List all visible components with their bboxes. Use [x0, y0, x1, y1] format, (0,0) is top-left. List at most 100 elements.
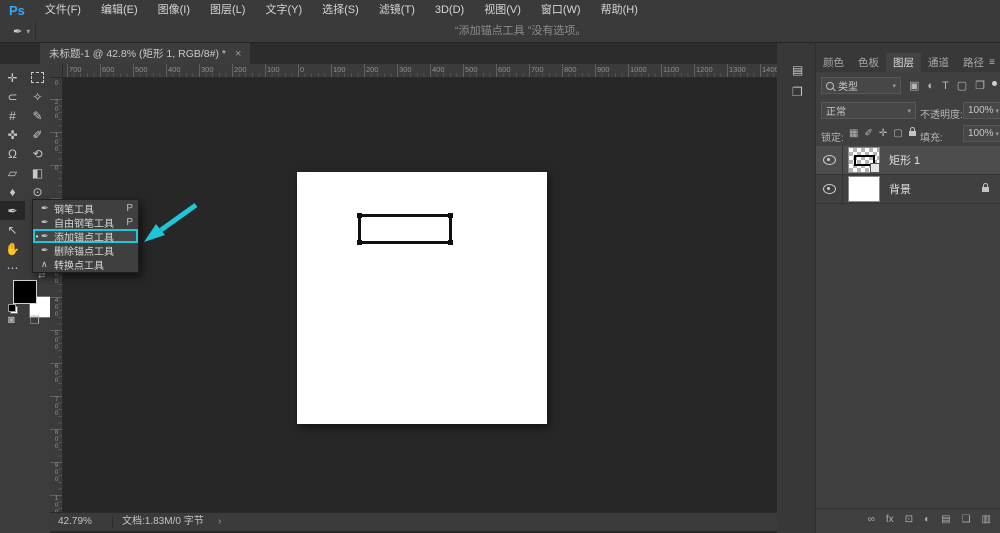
ruler-label: 300: [201, 65, 214, 74]
panel-tab-路径[interactable]: 路径: [956, 53, 991, 72]
anchor-point-top-right[interactable]: [448, 213, 453, 218]
eye-icon[interactable]: [822, 155, 836, 165]
layer-thumbnail[interactable]: [848, 147, 880, 173]
eye-icon[interactable]: [822, 184, 836, 194]
rectangle-shape-path[interactable]: [357, 213, 453, 245]
lock-all-icon[interactable]: [908, 127, 916, 136]
pen-variant-icon: ✒: [41, 216, 49, 227]
menu-item[interactable]: 文字(Y): [255, 0, 312, 20]
new-adjustment-layer-icon[interactable]: ◐: [924, 514, 930, 525]
delete-layer-icon[interactable]: ▥: [982, 514, 991, 525]
opacity-dropdown[interactable]: 100% ▾: [963, 102, 1000, 119]
panel-tab-颜色[interactable]: 颜色: [816, 53, 851, 72]
filter-smart-objects-icon[interactable]: ❒: [975, 79, 985, 92]
flyout-item-钢笔工具[interactable]: ✒ 钢笔工具 P: [33, 201, 138, 216]
more-tools[interactable]: ⋯: [0, 258, 25, 277]
new-group-icon[interactable]: ▤: [941, 514, 950, 525]
ruler-label: 700: [531, 65, 544, 74]
visibility-cell[interactable]: [816, 175, 843, 203]
panel-menu-icon[interactable]: ≡: [989, 57, 995, 68]
ruler-label: 300: [399, 65, 412, 74]
collapsed-panel-icon-top[interactable]: ▤: [792, 63, 803, 77]
layer-row-矩形 1[interactable]: 矩形 1: [816, 146, 1000, 175]
canvas-viewport[interactable]: 700 600 500 400 300 200 100 0 100 200 300 400 500 600…: [50, 64, 777, 512]
filter-toggle-icon[interactable]: [992, 81, 997, 86]
lock-artboard-icon[interactable]: ▢: [893, 128, 902, 139]
menu-item[interactable]: 图像(I): [148, 0, 200, 20]
status-expand-icon[interactable]: ›: [218, 513, 221, 531]
eyedropper-tool[interactable]: ✎: [25, 106, 50, 125]
history-brush-tool[interactable]: ⟲: [25, 144, 50, 163]
menu-item[interactable]: 文件(F): [35, 0, 91, 20]
chevron-down-icon: ▾: [892, 82, 896, 90]
lock-transparency-icon[interactable]: ▦: [849, 128, 858, 139]
move-tool[interactable]: ✛: [0, 68, 25, 87]
collapsed-panel-icon-bottom[interactable]: ❐: [792, 85, 803, 99]
gradient-tool[interactable]: ◧: [25, 163, 50, 182]
hand-tool[interactable]: ✋: [0, 239, 25, 258]
lasso-tool[interactable]: ⊂: [0, 87, 25, 106]
eraser-tool[interactable]: ▱: [0, 163, 25, 182]
layer-thumbnail[interactable]: [848, 176, 880, 202]
path-select-tool[interactable]: ↖: [0, 220, 25, 239]
menu-item[interactable]: 视图(V): [474, 0, 531, 20]
tool-options-status-text: “添加锚点工具 ”没有选项。: [455, 25, 587, 37]
filter-type-layers-icon[interactable]: T: [942, 80, 949, 92]
marquee-tool[interactable]: [25, 68, 50, 87]
blend-mode-dropdown[interactable]: 正常 ▾: [821, 102, 916, 119]
clone-stamp-tool[interactable]: Ω: [0, 144, 25, 163]
history-brush-tool-icon: ⟲: [32, 146, 43, 161]
menu-item[interactable]: 图层(L): [200, 0, 255, 20]
lock-paint-icon[interactable]: ✐: [864, 128, 872, 139]
layer-row-背景[interactable]: 背景: [816, 175, 1000, 204]
filter-shape-layers-icon[interactable]: ▢: [957, 79, 967, 92]
pen-tool[interactable]: ✒: [0, 201, 25, 220]
panel-tab-色板[interactable]: 色板: [851, 53, 886, 72]
close-tab-icon[interactable]: ×: [235, 48, 241, 60]
healing-brush-tool-icon: ✜: [7, 127, 18, 142]
foreground-color-swatch[interactable]: [13, 280, 37, 304]
add-layer-mask-icon[interactable]: ⊡: [905, 514, 913, 525]
fill-dropdown[interactable]: 100% ▾: [963, 125, 1000, 142]
layer-filter-dropdown[interactable]: 类型 ▾: [821, 77, 901, 94]
tool-preset-picker[interactable]: ✒ ▾: [8, 22, 37, 40]
flyout-item-自由钢笔工具[interactable]: ✒ 自由钢笔工具 P: [33, 215, 138, 230]
anchor-point-bottom-right[interactable]: [448, 240, 453, 245]
flyout-item-添加锚点工具[interactable]: • ✒ 添加锚点工具: [33, 229, 138, 244]
default-colors-icon[interactable]: [8, 304, 18, 314]
menu-item[interactable]: 窗口(W): [531, 0, 591, 20]
anchor-point-bottom-left[interactable]: [357, 240, 362, 245]
flyout-item-label: 删除锚点工具: [54, 246, 114, 258]
crop-tool[interactable]: #: [0, 106, 25, 125]
document-canvas[interactable]: [297, 172, 547, 424]
panel-tab-通道[interactable]: 通道: [921, 53, 956, 72]
anchor-point-top-left[interactable]: [357, 213, 362, 218]
filter-pixel-layers-icon[interactable]: ▣: [909, 79, 919, 92]
flyout-item-删除锚点工具[interactable]: ✒ 删除锚点工具: [33, 243, 138, 258]
brush-tool[interactable]: ✐: [25, 125, 50, 144]
quick-mask-button[interactable]: ◙: [8, 314, 15, 326]
menu-item[interactable]: 3D(D): [425, 0, 474, 20]
status-zoom-value[interactable]: 42.79%: [58, 513, 92, 531]
filter-kind-label: 类型: [838, 82, 858, 93]
menu-item[interactable]: 帮助(H): [591, 0, 648, 20]
menu-item[interactable]: 滤镜(T): [369, 0, 425, 20]
link-layers-icon[interactable]: ∞: [868, 514, 875, 525]
blur-tool[interactable]: ♦: [0, 182, 25, 201]
new-layer-icon[interactable]: ❏: [962, 514, 971, 525]
ruler-label: 1300: [729, 65, 746, 74]
menu-item[interactable]: 编辑(E): [91, 0, 148, 20]
quick-select-tool[interactable]: ✧: [25, 87, 50, 106]
flyout-item-转换点工具[interactable]: ∧ 转换点工具: [33, 257, 138, 272]
visibility-cell[interactable]: [816, 146, 843, 174]
document-tab[interactable]: 未标题-1 @ 42.8% (矩形 1, RGB/8#) * ×: [40, 43, 251, 64]
healing-brush-tool[interactable]: ✜: [0, 125, 25, 144]
tool-row: ▱ ◧: [0, 163, 50, 182]
pen-variant-icon: ∧: [41, 258, 48, 269]
lock-position-icon[interactable]: ✛: [879, 128, 887, 139]
menu-item[interactable]: 选择(S): [312, 0, 369, 20]
panel-tab-图层[interactable]: 图层: [886, 53, 921, 72]
filter-adjustment-layers-icon[interactable]: ◐: [927, 80, 934, 92]
screen-mode-button[interactable]: ❐: [30, 314, 40, 327]
layer-style-icon[interactable]: fx: [886, 514, 894, 525]
